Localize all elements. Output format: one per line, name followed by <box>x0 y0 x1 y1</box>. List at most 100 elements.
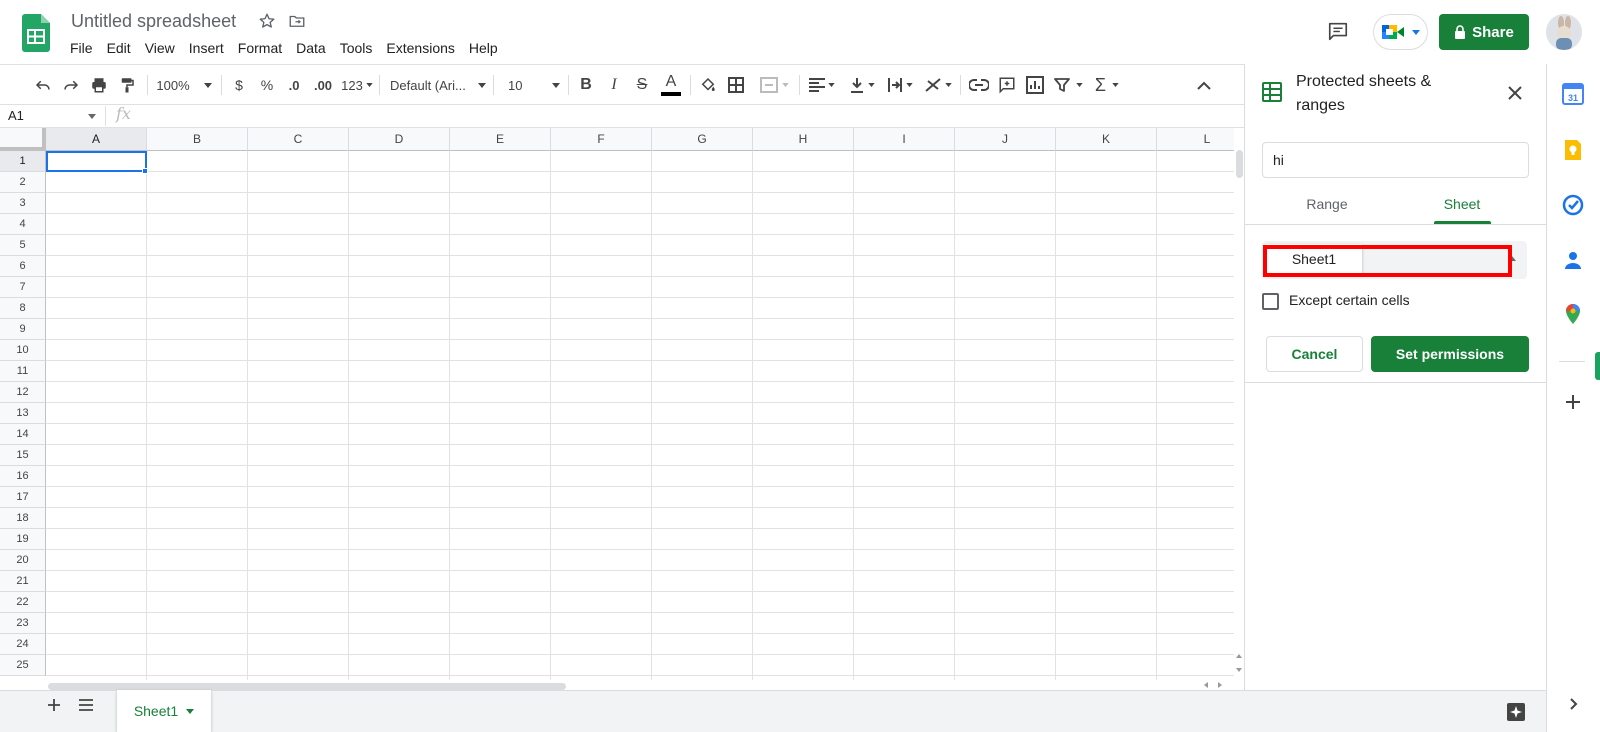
menu-help[interactable]: Help <box>462 38 505 58</box>
cancel-button[interactable]: Cancel <box>1266 336 1363 372</box>
row-header-5[interactable]: 5 <box>0 235 46 256</box>
vertical-scroll-thumb[interactable] <box>1236 150 1243 178</box>
column-header-h[interactable]: H <box>753 128 854 151</box>
tab-sheet[interactable]: Sheet <box>1397 196 1527 224</box>
menu-insert[interactable]: Insert <box>182 38 231 58</box>
row-header-24[interactable]: 24 <box>0 634 46 655</box>
column-header-a[interactable]: A <box>46 128 147 151</box>
merge-cells-icon[interactable] <box>755 65 793 105</box>
sheet-tab-sheet1[interactable]: Sheet1 <box>117 690 211 732</box>
calendar-icon[interactable]: 31 <box>1561 82 1585 106</box>
row-header-2[interactable]: 2 <box>0 172 46 193</box>
tasks-icon[interactable] <box>1561 193 1585 217</box>
share-button[interactable]: Share <box>1439 14 1529 50</box>
font-family-select[interactable]: Default (Ari... <box>390 65 486 105</box>
format-percent-button[interactable]: % <box>256 65 278 105</box>
name-box-dropdown-icon[interactable] <box>88 114 96 119</box>
column-header-l[interactable]: L <box>1157 128 1234 151</box>
account-avatar[interactable] <box>1546 14 1582 50</box>
row-header-12[interactable]: 12 <box>0 382 46 403</box>
row-header-17[interactable]: 17 <box>0 487 46 508</box>
print-icon[interactable] <box>88 65 110 105</box>
scroll-up-icon[interactable] <box>1234 650 1244 662</box>
text-color-button[interactable]: A <box>659 65 683 105</box>
menu-file[interactable]: File <box>63 38 100 58</box>
scroll-left-icon[interactable] <box>1200 680 1212 690</box>
row-header-6[interactable]: 6 <box>0 256 46 277</box>
row-header-22[interactable]: 22 <box>0 592 46 613</box>
column-header-e[interactable]: E <box>450 128 551 151</box>
insert-link-icon[interactable] <box>967 65 991 105</box>
column-header-j[interactable]: J <box>955 128 1056 151</box>
except-certain-cells-checkbox[interactable] <box>1262 293 1279 310</box>
row-header-9[interactable]: 9 <box>0 319 46 340</box>
menu-tools[interactable]: Tools <box>333 38 380 58</box>
format-currency-button[interactable]: $ <box>228 65 250 105</box>
row-header-14[interactable]: 14 <box>0 424 46 445</box>
text-wrap-icon[interactable] <box>884 65 916 105</box>
column-header-b[interactable]: B <box>147 128 248 151</box>
row-header-13[interactable]: 13 <box>0 403 46 424</box>
row-header-8[interactable]: 8 <box>0 298 46 319</box>
redo-icon[interactable] <box>60 65 82 105</box>
meet-button[interactable] <box>1373 14 1428 50</box>
hide-side-panel-icon[interactable] <box>1561 692 1585 716</box>
row-header-1[interactable]: 1 <box>0 151 46 172</box>
row-header-7[interactable]: 7 <box>0 277 46 298</box>
scroll-right-icon[interactable] <box>1214 680 1226 690</box>
row-header-16[interactable]: 16 <box>0 466 46 487</box>
maps-icon[interactable] <box>1561 302 1585 326</box>
all-sheets-menu-icon[interactable] <box>78 698 94 712</box>
row-header-23[interactable]: 23 <box>0 613 46 634</box>
undo-icon[interactable] <box>32 65 54 105</box>
strikethrough-button[interactable]: S <box>631 65 653 105</box>
row-header-18[interactable]: 18 <box>0 508 46 529</box>
select-all-corner[interactable] <box>0 128 46 151</box>
filter-icon[interactable] <box>1051 65 1085 105</box>
fill-color-icon[interactable] <box>697 65 719 105</box>
star-icon[interactable] <box>258 12 276 30</box>
document-title[interactable]: Untitled spreadsheet <box>71 11 236 32</box>
italic-button[interactable]: I <box>603 65 625 105</box>
increase-decimal-button[interactable]: .00 <box>310 65 336 105</box>
vertical-align-icon[interactable] <box>846 65 878 105</box>
column-header-d[interactable]: D <box>349 128 450 151</box>
zoom-select[interactable]: 100% <box>153 65 215 105</box>
row-header-3[interactable]: 3 <box>0 193 46 214</box>
description-input[interactable]: hi <box>1262 142 1529 178</box>
text-rotation-icon[interactable] <box>922 65 954 105</box>
set-permissions-button[interactable]: Set permissions <box>1371 336 1529 372</box>
row-header-21[interactable]: 21 <box>0 571 46 592</box>
sheets-logo-icon[interactable] <box>22 14 50 52</box>
decrease-decimal-button[interactable]: .0 <box>282 65 306 105</box>
menu-edit[interactable]: Edit <box>100 38 138 58</box>
functions-button[interactable]: Σ <box>1093 65 1121 105</box>
paint-format-icon[interactable] <box>116 65 138 105</box>
explore-icon[interactable] <box>1506 702 1526 722</box>
horizontal-scroll-thumb[interactable] <box>48 683 566 690</box>
vertical-scrollbar[interactable] <box>1234 128 1244 680</box>
scroll-down-icon[interactable] <box>1234 664 1244 676</box>
get-addons-plus-icon[interactable] <box>1561 390 1585 414</box>
row-header-19[interactable]: 19 <box>0 529 46 550</box>
menu-extensions[interactable]: Extensions <box>379 38 461 58</box>
column-header-c[interactable]: C <box>248 128 349 151</box>
row-header-4[interactable]: 4 <box>0 214 46 235</box>
row-header-25[interactable]: 25 <box>0 655 46 676</box>
menu-view[interactable]: View <box>138 38 182 58</box>
name-box[interactable]: A1 <box>8 108 24 123</box>
insert-chart-icon[interactable] <box>1023 65 1047 105</box>
close-panel-icon[interactable] <box>1508 86 1522 100</box>
borders-icon[interactable] <box>725 65 747 105</box>
move-folder-icon[interactable] <box>288 12 306 30</box>
font-size-select[interactable]: 10 <box>508 65 560 105</box>
insert-comment-icon[interactable] <box>995 65 1019 105</box>
comment-history-icon[interactable] <box>1327 20 1349 42</box>
contacts-icon[interactable] <box>1561 248 1585 272</box>
cell-area[interactable] <box>46 151 1234 680</box>
row-header-20[interactable]: 20 <box>0 550 46 571</box>
selected-cell[interactable] <box>46 151 147 172</box>
column-header-f[interactable]: F <box>551 128 652 151</box>
menu-data[interactable]: Data <box>289 38 333 58</box>
horizontal-align-icon[interactable] <box>806 65 838 105</box>
